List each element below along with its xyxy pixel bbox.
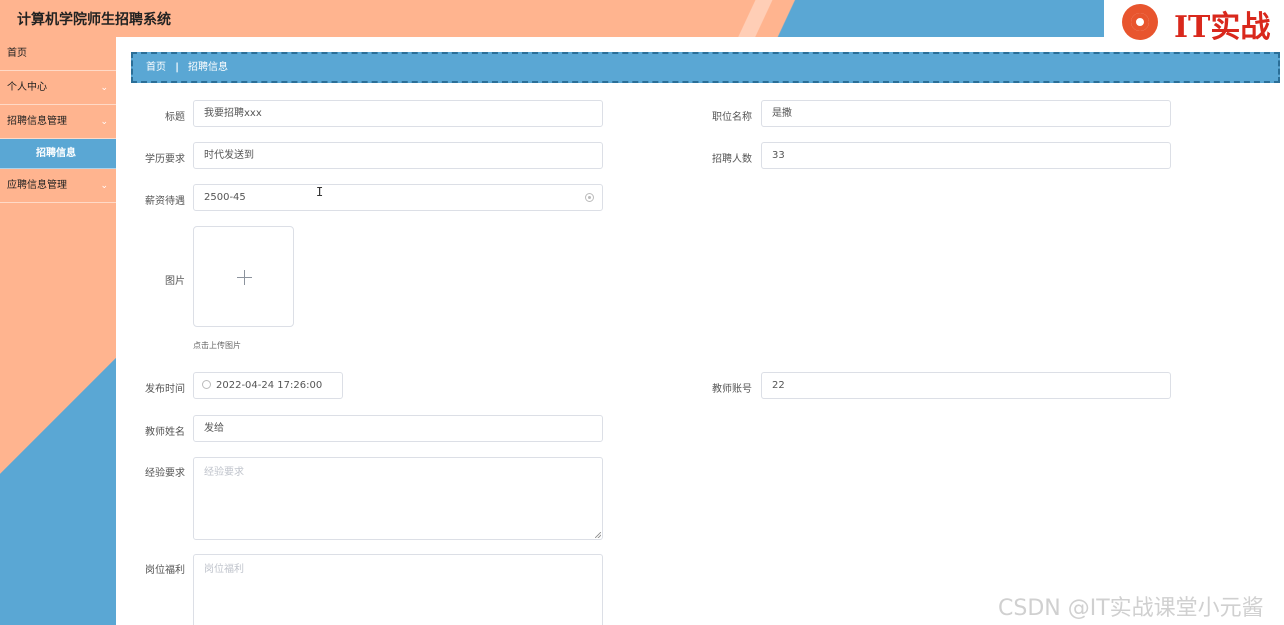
position-value: 是撒 bbox=[772, 108, 792, 119]
teacher-name-value: 发给 bbox=[204, 423, 224, 434]
brand-logo: IT实战 bbox=[1104, 0, 1284, 45]
benefits-textarea[interactable]: 岗位福利 bbox=[193, 554, 603, 625]
salary-input[interactable]: 2500-45 bbox=[193, 184, 603, 211]
education-input[interactable]: 时代发送到 bbox=[193, 142, 603, 169]
chevron-down-icon: ⌄ bbox=[100, 117, 108, 127]
headcount-label: 招聘人数 bbox=[712, 154, 752, 165]
image-label: 图片 bbox=[165, 276, 185, 287]
sidebar-item-label: 应聘信息管理 bbox=[7, 180, 67, 191]
benefits-label: 岗位福利 bbox=[145, 565, 185, 576]
salary-label: 薪资待遇 bbox=[145, 196, 185, 207]
publish-time-picker[interactable]: 2022-04-24 17:26:00 bbox=[193, 372, 343, 399]
sidebar-item-recruitment-management[interactable]: 招聘信息管理 ⌄ bbox=[0, 105, 116, 139]
salary-value: 2500-45 bbox=[204, 192, 246, 203]
education-value: 时代发送到 bbox=[204, 150, 254, 161]
csdn-watermark: CSDN @IT实战课堂小元酱 bbox=[998, 596, 1264, 621]
clock-icon bbox=[202, 380, 211, 389]
sidebar-item-label: 招聘信息 bbox=[36, 148, 76, 159]
breadcrumb-home[interactable]: 首页 bbox=[146, 62, 166, 73]
chevron-down-icon: ⌄ bbox=[100, 181, 108, 191]
teacher-account-input[interactable]: 22 bbox=[761, 372, 1171, 399]
position-input[interactable]: 是撒 bbox=[761, 100, 1171, 127]
headcount-input[interactable]: 33 bbox=[761, 142, 1171, 169]
sidebar-item-home[interactable]: 首页 bbox=[0, 37, 116, 71]
sidebar-item-label: 招聘信息管理 bbox=[7, 116, 67, 127]
logo-text: IT实战 bbox=[1174, 10, 1271, 45]
header-stripe bbox=[718, 0, 778, 37]
sidebar-item-label: 首页 bbox=[7, 48, 27, 59]
position-label: 职位名称 bbox=[712, 112, 752, 123]
education-label: 学历要求 bbox=[145, 154, 185, 165]
teacher-account-value: 22 bbox=[772, 380, 785, 391]
publish-time-value: 2022-04-24 17:26:00 bbox=[216, 380, 323, 391]
logo-mark-icon bbox=[1122, 4, 1158, 40]
breadcrumb-current: 招聘信息 bbox=[188, 62, 229, 73]
teacher-name-input[interactable]: 发给 bbox=[193, 415, 603, 442]
experience-textarea[interactable]: 经验要求 bbox=[193, 457, 603, 540]
teacher-name-label: 教师姓名 bbox=[145, 427, 185, 438]
sidebar-item-label: 个人中心 bbox=[7, 82, 47, 93]
sidebar-item-application-management[interactable]: 应聘信息管理 ⌄ bbox=[0, 169, 116, 203]
clear-icon[interactable] bbox=[585, 193, 594, 202]
chevron-down-icon: ⌄ bbox=[100, 83, 108, 93]
resize-handle-icon[interactable] bbox=[595, 532, 601, 538]
text-cursor-icon: I bbox=[316, 185, 324, 199]
publish-time-label: 发布时间 bbox=[145, 384, 185, 395]
title-value: 我要招聘xxx bbox=[204, 108, 262, 119]
benefits-placeholder: 岗位福利 bbox=[204, 564, 244, 575]
upload-hint: 点击上传图片 bbox=[193, 341, 241, 350]
title-input[interactable]: 我要招聘xxx bbox=[193, 100, 603, 127]
teacher-account-label: 教师账号 bbox=[712, 384, 752, 395]
image-upload-button[interactable] bbox=[193, 226, 294, 327]
plus-icon-vertical bbox=[244, 270, 245, 285]
app-title: 计算机学院师生招聘系统 bbox=[17, 12, 171, 28]
top-header: 计算机学院师生招聘系统 bbox=[0, 0, 1284, 37]
breadcrumb: 首页 | 招聘信息 bbox=[131, 52, 1280, 83]
experience-placeholder: 经验要求 bbox=[204, 467, 244, 478]
sidebar-item-recruitment-info[interactable]: 招聘信息 bbox=[0, 139, 116, 169]
title-label: 标题 bbox=[165, 112, 185, 123]
experience-label: 经验要求 bbox=[145, 468, 185, 479]
sidebar-item-personal-center[interactable]: 个人中心 ⌄ bbox=[0, 71, 116, 105]
breadcrumb-separator: | bbox=[175, 62, 179, 73]
sidebar: 首页 个人中心 ⌄ 招聘信息管理 ⌄ 招聘信息 应聘信息管理 ⌄ bbox=[0, 37, 116, 625]
headcount-value: 33 bbox=[772, 150, 785, 161]
